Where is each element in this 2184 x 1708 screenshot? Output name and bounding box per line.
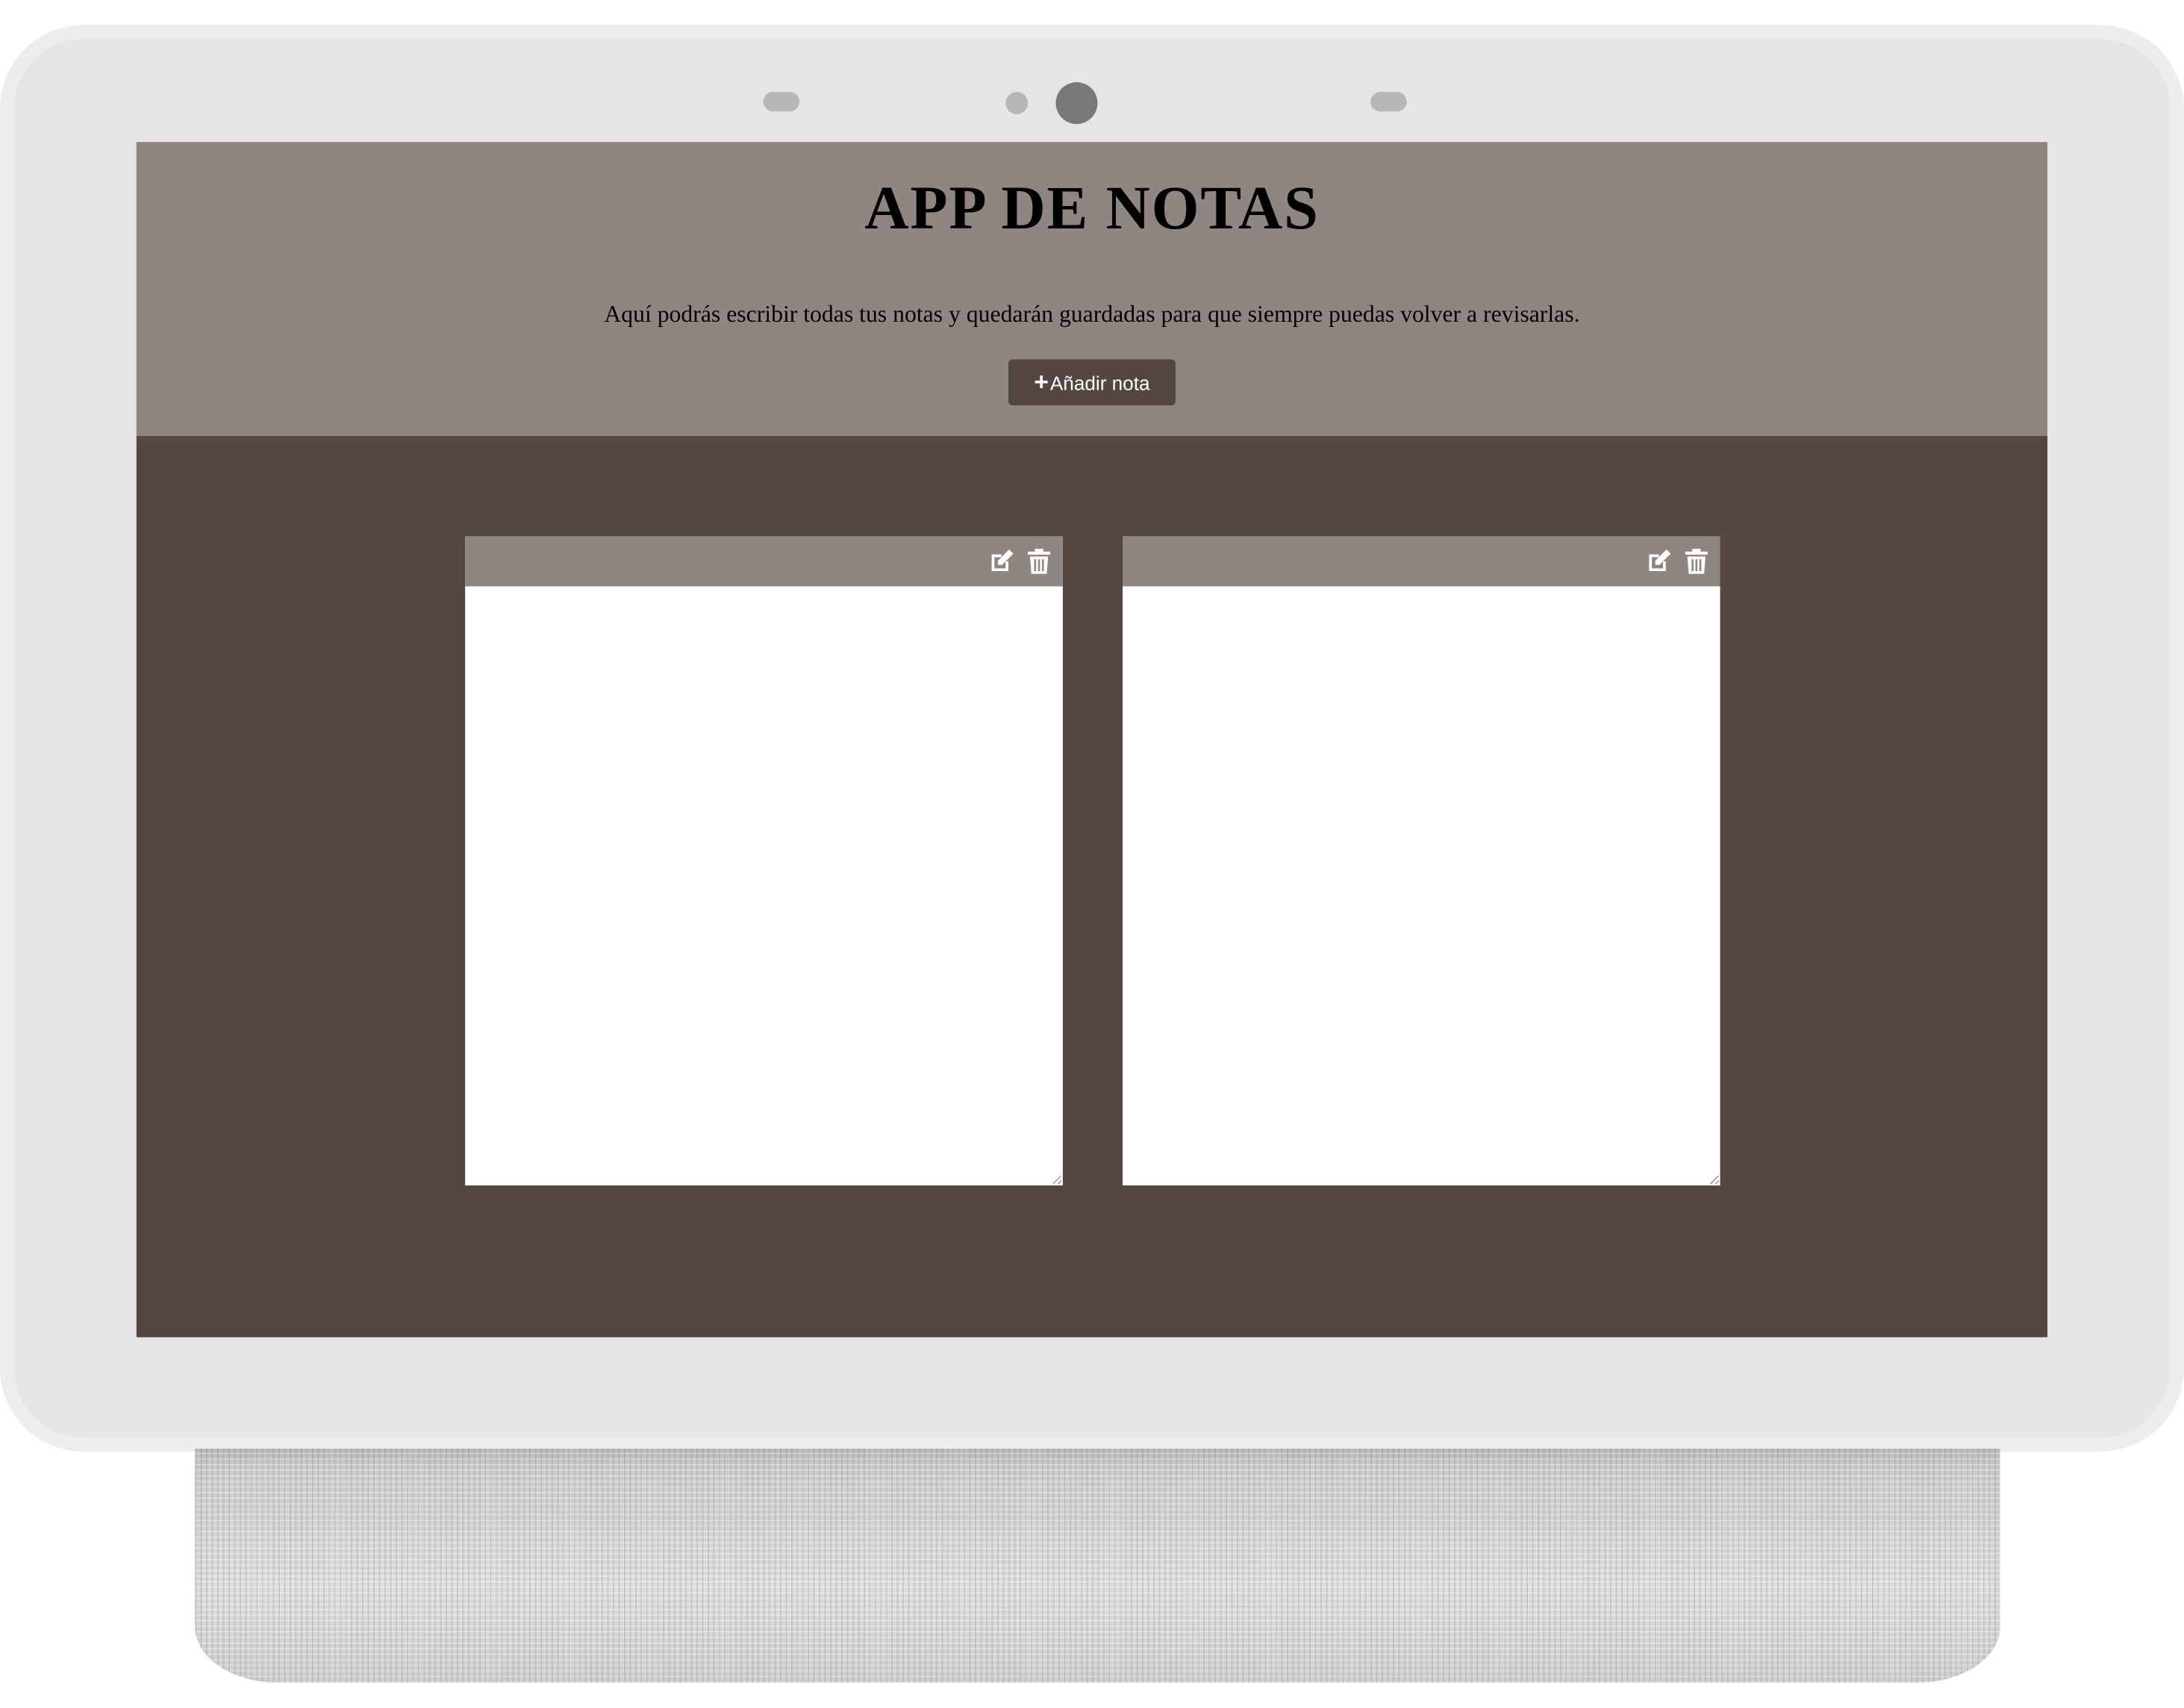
trash-icon[interactable] bbox=[1025, 547, 1052, 575]
note-card bbox=[465, 536, 1063, 1185]
sensor-left bbox=[763, 92, 800, 112]
trash-icon[interactable] bbox=[1682, 547, 1710, 575]
camera-lens bbox=[1055, 82, 1098, 125]
fabric-base bbox=[195, 1448, 2000, 1683]
sensor-right bbox=[1370, 92, 1407, 112]
sensor-dot bbox=[1005, 92, 1029, 115]
device-mockup: APP DE NOTAS Aquí podrás escribir todas … bbox=[0, 0, 2184, 1705]
page-title: APP DE NOTAS bbox=[864, 174, 1320, 243]
note-card bbox=[1122, 536, 1720, 1185]
plus-icon: + bbox=[1034, 367, 1049, 396]
note-tools bbox=[988, 547, 1053, 575]
resize-handle-icon[interactable] bbox=[1052, 1175, 1061, 1185]
edit-icon[interactable] bbox=[1645, 547, 1673, 575]
note-toolbar bbox=[1122, 536, 1720, 587]
note-textarea[interactable] bbox=[1122, 586, 1720, 1185]
edit-icon[interactable] bbox=[988, 547, 1015, 575]
app-description: Aquí podrás escribir todas tus notas y q… bbox=[604, 301, 1580, 328]
app-screen: APP DE NOTAS Aquí podrás escribir todas … bbox=[136, 142, 2048, 1338]
note-textarea[interactable] bbox=[465, 586, 1063, 1185]
resize-handle-icon[interactable] bbox=[1710, 1175, 1719, 1185]
note-tools bbox=[1645, 547, 1711, 575]
note-toolbar bbox=[465, 536, 1063, 587]
add-note-label: Añadir nota bbox=[1049, 371, 1150, 394]
add-note-button[interactable]: + Añadir nota bbox=[1008, 359, 1176, 406]
app-header: APP DE NOTAS Aquí podrás escribir todas … bbox=[136, 142, 2048, 437]
